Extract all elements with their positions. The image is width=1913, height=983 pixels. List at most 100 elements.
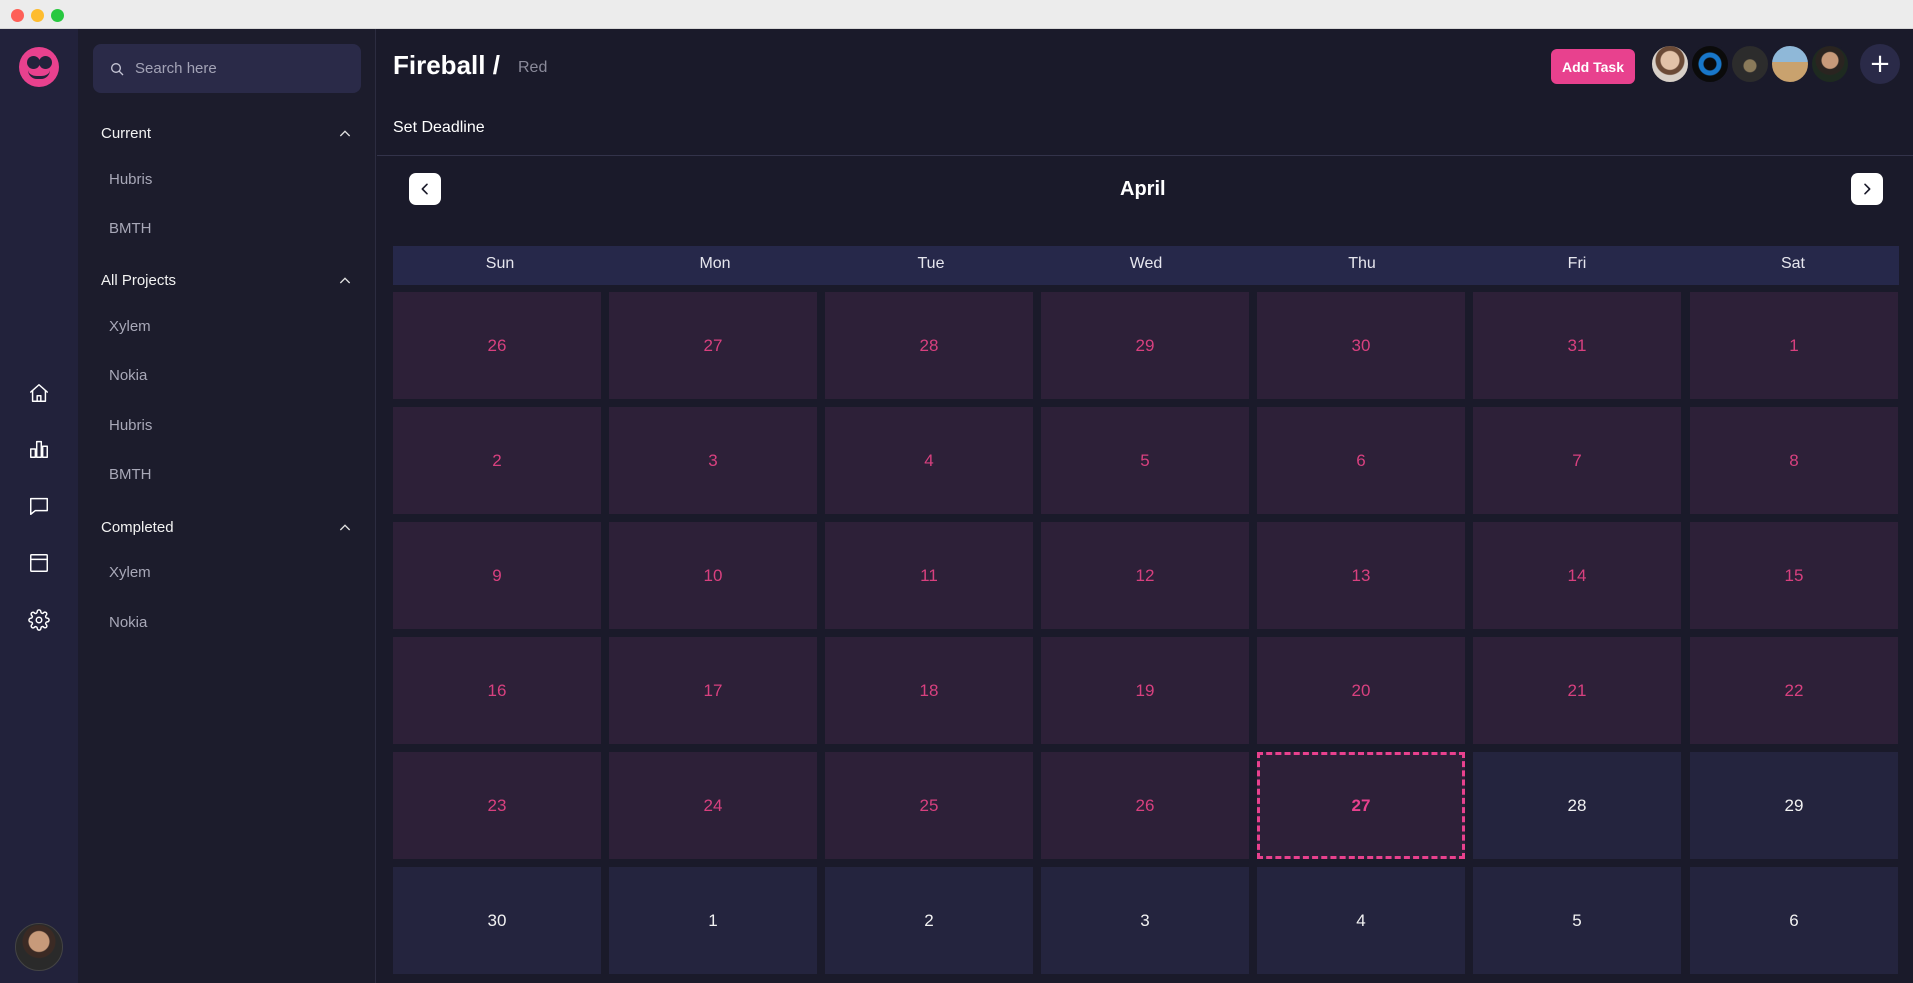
calendar-window-icon[interactable] [27,551,51,575]
calendar-day[interactable]: 30 [393,867,601,974]
calendar-day[interactable]: 23 [393,752,601,859]
chevron-right-icon [1864,183,1871,195]
chart-icon[interactable] [27,437,51,461]
search-icon [111,62,124,75]
icon-rail [0,29,78,983]
calendar-day[interactable]: 6 [1690,867,1898,974]
member-avatar[interactable] [1690,44,1730,84]
calendar-day[interactable]: 28 [1473,752,1681,859]
gear-icon[interactable] [27,608,51,632]
calendar-day[interactable]: 10 [609,522,817,629]
project-sidebar: Current Hubris BMTH All Projects Xylem N… [78,29,376,983]
calendar-day[interactable]: 3 [609,407,817,514]
member-avatar[interactable] [1650,44,1690,84]
member-avatar[interactable] [1730,44,1770,84]
calendar-day[interactable]: 5 [1473,867,1681,974]
logo-smile [28,70,50,79]
calendar-day[interactable]: 24 [609,752,817,859]
add-member-button[interactable]: + [1860,44,1900,84]
sidebar-item-bmth[interactable]: BMTH [109,466,152,483]
calendar-day[interactable]: 19 [1041,637,1249,744]
month-title: April [1120,178,1166,200]
logo-eye-right [39,56,52,69]
calendar-day[interactable]: 4 [1257,867,1465,974]
weekday-header: Sun Mon Tue Wed Thu Fri Sat [393,246,1899,285]
calendar-day[interactable]: 9 [393,522,601,629]
section-title: All Projects [101,272,177,289]
calendar-day[interactable]: 7 [1473,407,1681,514]
sidebar-item-bmth[interactable]: BMTH [109,220,152,237]
calendar-day[interactable]: 18 [825,637,1033,744]
calendar-day[interactable]: 1 [1690,292,1898,399]
calendar-day-today[interactable]: 27 [1257,752,1465,859]
calendar-day[interactable]: 30 [1257,292,1465,399]
calendar-day[interactable]: 3 [1041,867,1249,974]
calendar-day[interactable]: 2 [825,867,1033,974]
weekday-label: Thu [1348,255,1376,272]
weekday-label: Tue [917,255,945,272]
weekday-label: Mon [699,255,731,272]
search-box[interactable] [93,44,361,93]
member-avatar[interactable] [1770,44,1810,84]
add-task-button[interactable]: Add Task [1551,49,1635,84]
calendar-day[interactable]: 17 [609,637,817,744]
sidebar-item-xylem[interactable]: Xylem [109,564,151,581]
page-title: Fireball / [393,50,500,80]
page-subtitle: Red [518,59,548,76]
section-title: Completed [101,519,174,536]
home-icon[interactable] [27,381,51,405]
section-completed-header[interactable]: Completed [101,519,353,536]
window-titlebar [0,0,1913,29]
calendar-day[interactable]: 29 [1690,752,1898,859]
chevron-up-icon [339,129,351,136]
chevron-left-icon [421,183,428,195]
member-avatar[interactable] [1810,44,1850,84]
search-input[interactable] [135,60,345,77]
calendar-day[interactable]: 8 [1690,407,1898,514]
calendar-day[interactable]: 15 [1690,522,1898,629]
calendar-day[interactable]: 31 [1473,292,1681,399]
weekday-label: Sun [485,255,515,272]
calendar-day[interactable]: 13 [1257,522,1465,629]
calendar-day[interactable]: 12 [1041,522,1249,629]
calendar-day[interactable]: 21 [1473,637,1681,744]
user-avatar[interactable] [15,923,63,971]
chevron-up-icon [339,276,351,283]
section-title: Current [101,125,152,142]
calendar-day[interactable]: 26 [1041,752,1249,859]
sidebar-item-hubris[interactable]: Hubris [109,417,152,434]
set-deadline-label[interactable]: Set Deadline [393,119,485,137]
maximize-window-button[interactable] [51,9,64,22]
calendar-day[interactable]: 22 [1690,637,1898,744]
prev-month-button[interactable] [409,173,441,205]
calendar-day[interactable]: 11 [825,522,1033,629]
close-window-button[interactable] [11,9,24,22]
calendar-day[interactable]: 6 [1257,407,1465,514]
minimize-window-button[interactable] [31,9,44,22]
sidebar-item-nokia[interactable]: Nokia [109,614,147,631]
calendar-day[interactable]: 27 [609,292,817,399]
calendar-day[interactable]: 28 [825,292,1033,399]
logo-icon[interactable] [19,47,59,87]
sidebar-item-xylem[interactable]: Xylem [109,318,151,335]
calendar-day[interactable]: 2 [393,407,601,514]
calendar-day[interactable]: 26 [393,292,601,399]
calendar-day[interactable]: 5 [1041,407,1249,514]
calendar-day[interactable]: 25 [825,752,1033,859]
chat-icon[interactable] [27,494,51,518]
sidebar-item-nokia[interactable]: Nokia [109,367,147,384]
chevron-up-icon [339,523,351,530]
next-month-button[interactable] [1851,173,1883,205]
calendar-day[interactable]: 20 [1257,637,1465,744]
calendar-day[interactable]: 16 [393,637,601,744]
calendar-day[interactable]: 14 [1473,522,1681,629]
calendar-day[interactable]: 4 [825,407,1033,514]
header-divider [377,155,1913,156]
sidebar-item-hubris[interactable]: Hubris [109,171,152,188]
section-all-projects-header[interactable]: All Projects [101,272,353,289]
weekday-label: Wed [1129,255,1163,272]
section-current-header[interactable]: Current [101,125,353,142]
calendar-day[interactable]: 1 [609,867,817,974]
calendar-day[interactable]: 29 [1041,292,1249,399]
weekday-label: Sat [1780,255,1805,272]
